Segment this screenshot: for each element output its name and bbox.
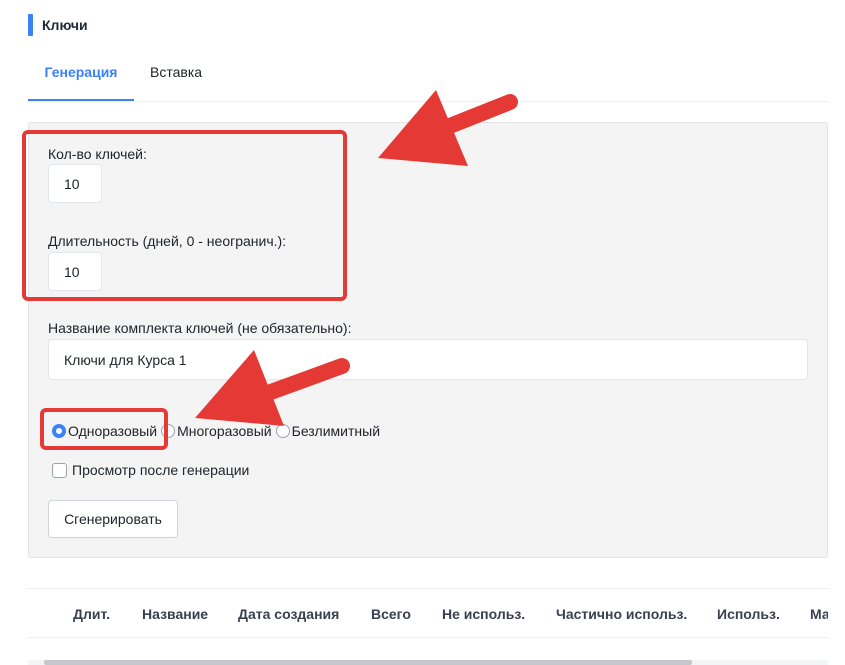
table-divider xyxy=(28,588,828,589)
annotation-highlight-box xyxy=(22,130,347,301)
radio-multi-use-label[interactable]: Многоразовый xyxy=(177,423,272,439)
column-header[interactable]: Ма xyxy=(810,606,828,622)
keys-table-header: Длит. Название Дата создания Всего Не ис… xyxy=(28,598,828,638)
page-title: Ключи xyxy=(42,17,88,33)
radio-unlimited-label[interactable]: Безлимитный xyxy=(292,423,380,439)
column-header[interactable]: Название xyxy=(142,606,208,622)
radio-unlimited[interactable] xyxy=(275,424,290,438)
generate-button[interactable]: Сгенерировать xyxy=(48,500,178,538)
column-header[interactable]: Всего xyxy=(371,606,411,622)
preview-checkbox[interactable] xyxy=(52,463,67,478)
column-header[interactable]: Частично использ. xyxy=(556,606,687,622)
column-header[interactable]: Использ. xyxy=(717,606,780,622)
annotation-highlight-box xyxy=(40,408,168,450)
set-name-input[interactable]: Ключи для Курса 1 xyxy=(48,339,808,380)
set-name-label: Название комплекта ключей (не обязательн… xyxy=(48,320,352,336)
scrollbar-thumb[interactable] xyxy=(44,660,692,665)
column-header[interactable]: Длит. xyxy=(73,606,110,622)
column-header[interactable]: Дата создания xyxy=(238,606,339,622)
column-header[interactable]: Не использ. xyxy=(442,606,525,622)
tab-insert[interactable]: Вставка xyxy=(150,60,202,101)
horizontal-scrollbar[interactable] xyxy=(28,660,828,665)
tab-generation[interactable]: Генерация xyxy=(28,60,134,101)
page-title-accent xyxy=(28,14,33,36)
tab-bar: Генерация Вставка xyxy=(28,60,828,102)
preview-checkbox-label[interactable]: Просмотр после генерации xyxy=(72,462,249,478)
